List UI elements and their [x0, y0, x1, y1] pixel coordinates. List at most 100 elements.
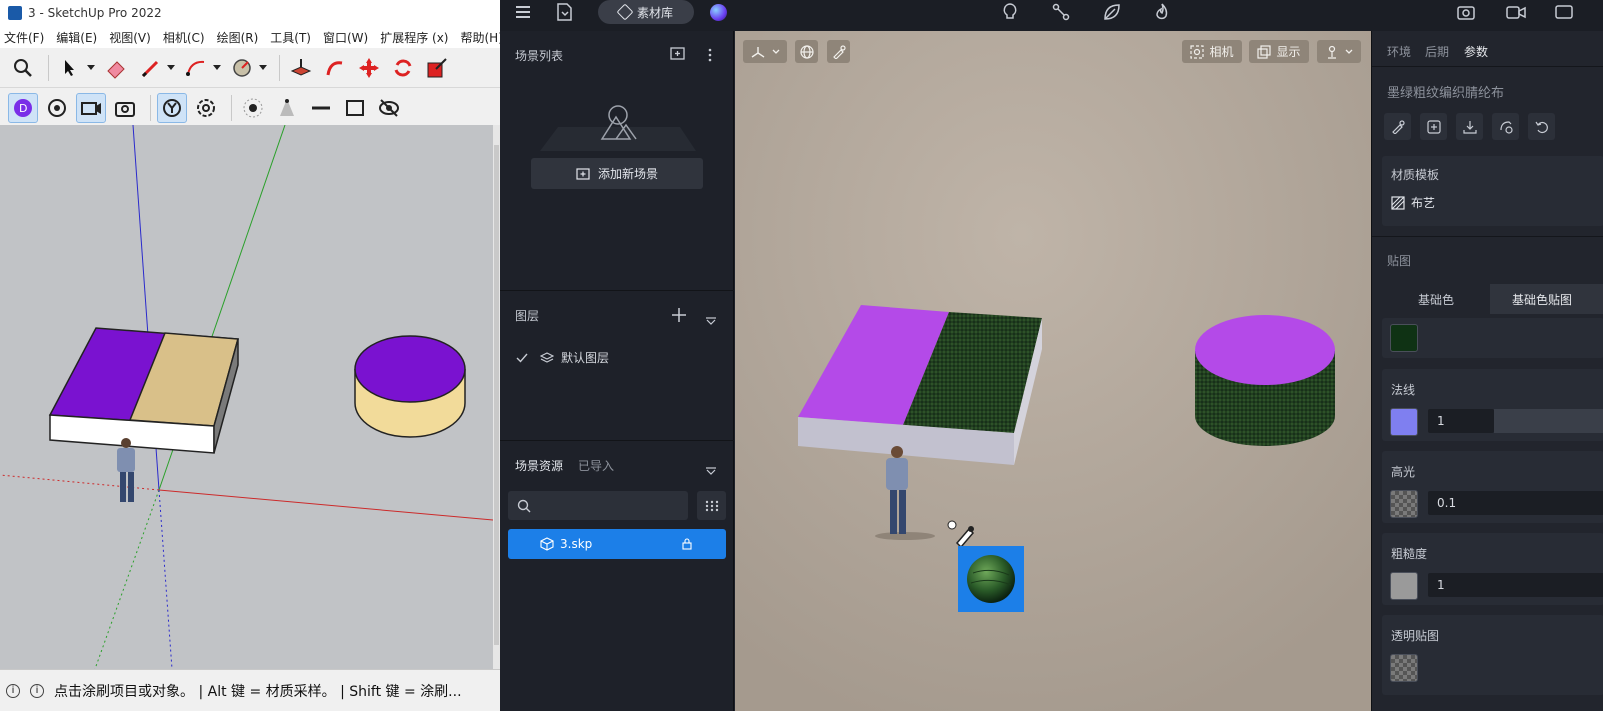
vegetation-leaf-icon[interactable]	[1102, 2, 1122, 22]
menu-draw[interactable]: 绘图(R)	[217, 29, 259, 46]
menu-edit[interactable]: 编辑(E)	[56, 29, 97, 46]
download-material-icon[interactable]	[1456, 113, 1483, 140]
menu-window[interactable]: 窗口(W)	[323, 29, 368, 46]
empty-scene-placeholder-icon	[540, 103, 700, 157]
arc-dropdown-caret[interactable]	[213, 65, 221, 70]
geo-location-icon[interactable]: i	[6, 683, 20, 698]
point-light-icon[interactable]	[238, 93, 268, 123]
resources-collapse-icon[interactable]	[706, 460, 716, 479]
reset-undo-icon[interactable]	[1528, 113, 1555, 140]
effects-flame-icon[interactable]	[1152, 2, 1172, 22]
menu-file[interactable]: 文件(F)	[4, 29, 44, 46]
line-dropdown-caret[interactable]	[167, 65, 175, 70]
menu-camera[interactable]: 相机(C)	[163, 29, 205, 46]
path-tool-icon[interactable]	[1051, 2, 1071, 22]
eraser-icon[interactable]	[101, 53, 131, 83]
pencil-line-icon[interactable]	[135, 53, 165, 83]
light-bulb-icon[interactable]	[1000, 2, 1020, 22]
spot-light-icon[interactable]	[272, 93, 302, 123]
menu-tools[interactable]: 工具(T)	[270, 29, 311, 46]
base-color-swatch[interactable]	[1390, 324, 1418, 352]
sync-y-icon[interactable]	[157, 92, 187, 123]
screenshot-camera-icon[interactable]	[1456, 2, 1476, 22]
export-image-icon[interactable]	[1554, 2, 1574, 22]
specular-map-swatch[interactable]	[1390, 490, 1418, 518]
menu-extensions[interactable]: 扩展程序 (x)	[380, 29, 448, 46]
texture-section-title: 贴图	[1387, 254, 1412, 268]
viewport-scrollbar[interactable]	[493, 125, 500, 669]
navigation-mode-button[interactable]	[743, 40, 787, 63]
add-scene-small-icon[interactable]	[670, 46, 686, 65]
roughness-map-swatch[interactable]	[1390, 572, 1418, 600]
follow-me-icon[interactable]	[320, 53, 350, 83]
rotate-icon[interactable]	[388, 53, 418, 83]
select-dropdown-caret[interactable]	[87, 65, 95, 70]
layer-check-icon[interactable]	[516, 353, 528, 363]
template-selector[interactable]: 布艺	[1391, 194, 1435, 211]
zoom-extents-icon[interactable]	[8, 53, 38, 83]
world-view-button[interactable]	[795, 40, 818, 63]
layers-collapse-icon[interactable]	[706, 310, 716, 329]
rect-light-icon[interactable]	[340, 93, 370, 123]
add-layer-icon[interactable]	[672, 307, 686, 326]
subtab-base-color-map[interactable]: 基础色贴图	[1490, 284, 1603, 314]
toolbar-separator	[48, 54, 49, 81]
video-record-icon[interactable]	[1506, 2, 1526, 22]
menu-view[interactable]: 视图(V)	[109, 29, 151, 46]
replace-material-icon[interactable]	[1492, 113, 1519, 140]
material-library-button[interactable]: 素材库	[598, 0, 694, 24]
tab-environment[interactable]: 环境	[1387, 43, 1411, 60]
sketchup-viewport[interactable]	[0, 125, 493, 669]
imported-tab[interactable]: 已导入	[578, 457, 614, 474]
add-material-icon[interactable]	[1420, 113, 1447, 140]
add-new-scene-button[interactable]: 添加新场景	[531, 158, 703, 189]
default-layer-row[interactable]: 默认图层	[516, 349, 609, 366]
specular-value-input[interactable]: 0.1	[1428, 491, 1603, 515]
normal-value-input[interactable]: 1	[1428, 409, 1494, 433]
camera-icon[interactable]	[110, 93, 140, 123]
scene-more-icon[interactable]	[707, 47, 713, 66]
move-icon[interactable]	[354, 53, 384, 83]
tab-parameters[interactable]: 参数	[1464, 43, 1488, 60]
camera-sync-icon[interactable]	[76, 92, 106, 123]
d5-left-panel: 场景列表 添加新场景 图层 默认图层 场景资源 已导入 3.skp	[500, 31, 734, 711]
screen: 3 - SketchUp Pro 2022 文件(F) 编辑(E) 视图(V) …	[0, 0, 1603, 711]
scale-icon[interactable]	[422, 53, 452, 83]
hamburger-menu-icon[interactable]	[514, 2, 534, 22]
scene-resources-tab[interactable]: 场景资源	[515, 457, 563, 474]
normal-slider[interactable]	[1494, 409, 1603, 433]
d5-render-viewport[interactable]: 相机 显示	[735, 31, 1371, 711]
shape-dropdown-caret[interactable]	[259, 65, 267, 70]
push-pull-icon[interactable]	[286, 53, 316, 83]
shape-circle-icon[interactable]	[227, 53, 257, 83]
camera-button[interactable]: 相机	[1182, 40, 1242, 63]
select-arrow-icon[interactable]	[55, 53, 85, 83]
lock-icon[interactable]	[682, 538, 692, 550]
strip-light-icon[interactable]	[306, 93, 336, 123]
file-sync-icon[interactable]	[554, 2, 574, 22]
hide-eye-icon[interactable]	[374, 93, 404, 123]
display-button[interactable]: 显示	[1249, 40, 1309, 63]
character-view-button[interactable]	[1317, 40, 1361, 63]
asset-orb-icon[interactable]	[710, 4, 727, 21]
file-item-3skp[interactable]: 3.skp	[508, 529, 726, 559]
orbit-icon[interactable]	[42, 93, 72, 123]
pick-material-icon[interactable]	[1384, 113, 1411, 140]
normal-map-swatch[interactable]	[1390, 408, 1418, 436]
d5-render-plugin-icon[interactable]: D	[8, 92, 38, 123]
menu-help[interactable]: 帮助(H)	[460, 29, 502, 46]
info-icon[interactable]: i	[30, 683, 44, 698]
roughness-value-input[interactable]: 1	[1428, 573, 1603, 597]
settings-gear-icon[interactable]	[191, 93, 221, 123]
scrollbar-thumb[interactable]	[494, 145, 499, 645]
toolbar-separator	[279, 54, 280, 81]
tab-post[interactable]: 后期	[1425, 43, 1449, 60]
camera-frame-icon	[1190, 44, 1205, 59]
resource-search-input[interactable]	[508, 491, 688, 520]
subtab-base-color[interactable]: 基础色	[1382, 284, 1490, 314]
arc-icon[interactable]	[181, 53, 211, 83]
opacity-map-swatch[interactable]	[1390, 654, 1418, 682]
grid-view-button[interactable]	[697, 491, 726, 520]
material-picker-button[interactable]	[827, 40, 850, 63]
template-value: 布艺	[1411, 196, 1436, 210]
